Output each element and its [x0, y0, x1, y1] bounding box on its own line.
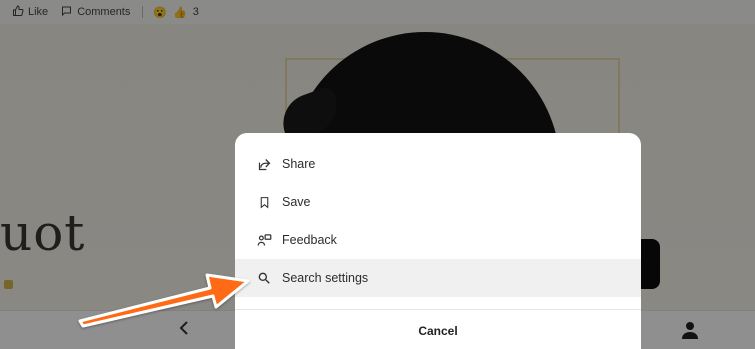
- search-icon: [255, 269, 273, 287]
- cancel-button[interactable]: Cancel: [235, 317, 641, 345]
- menu-item-label: Share: [282, 157, 316, 171]
- menu-item-share[interactable]: Share: [235, 145, 641, 183]
- menu-item-save[interactable]: Save: [235, 183, 641, 221]
- menu-item-label: Search settings: [282, 271, 369, 285]
- divider: [235, 309, 641, 310]
- menu-item-feedback[interactable]: Feedback: [235, 221, 641, 259]
- menu-item-label: Save: [282, 195, 311, 209]
- menu-item-label: Feedback: [282, 233, 337, 247]
- share-icon: [255, 155, 273, 173]
- feedback-icon: [255, 231, 273, 249]
- bookmark-icon: [255, 193, 273, 211]
- action-sheet: Share Save Feedback Search settings Canc…: [235, 133, 641, 349]
- menu-item-search-settings[interactable]: Search settings: [235, 259, 641, 297]
